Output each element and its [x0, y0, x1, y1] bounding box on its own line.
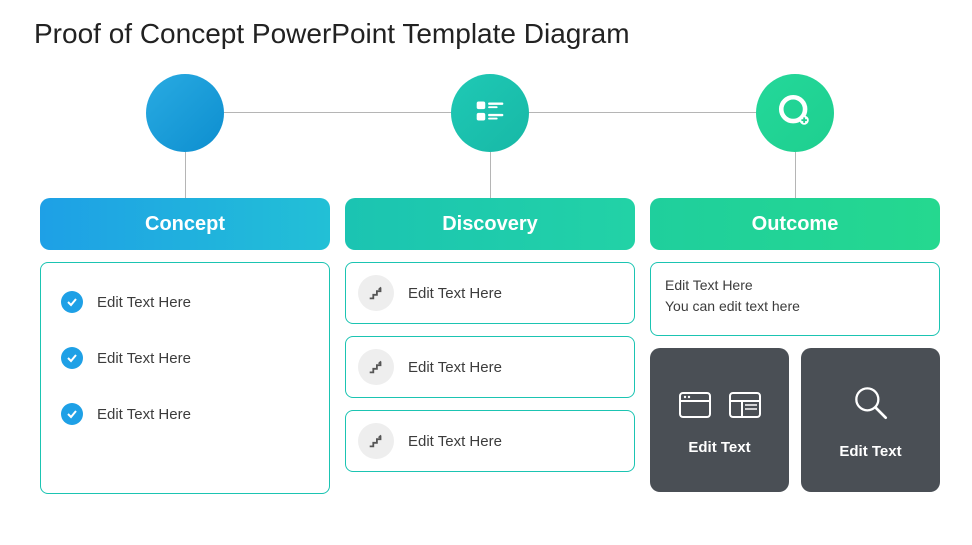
- list-item: Edit Text Here: [345, 336, 635, 398]
- outcome-text-line-2: You can edit text here: [665, 296, 925, 317]
- list-item: Edit Text Here: [345, 262, 635, 324]
- discovery-header: Discovery: [345, 198, 635, 250]
- list-item: Edit Text Here: [53, 281, 317, 337]
- outcome-tile-1: Edit Text: [650, 348, 789, 492]
- list-item-label: Edit Text Here: [97, 350, 191, 367]
- outcome-circle: [756, 74, 834, 152]
- list-item-label: Edit Text Here: [408, 433, 502, 450]
- tile-label: Edit Text: [688, 439, 750, 456]
- concept-circle: [146, 74, 224, 152]
- list-item-label: Edit Text Here: [97, 406, 191, 423]
- stairs-icon: [358, 423, 394, 459]
- column-discovery: Discovery Edit Text Here Edit Text Here …: [345, 74, 635, 484]
- column-outcome: Outcome Edit Text Here You can edit text…: [650, 74, 940, 492]
- outcome-tile-2: Edit Text: [801, 348, 940, 492]
- magnify-add-icon: [773, 89, 817, 138]
- list-item: Edit Text Here: [345, 410, 635, 472]
- concept-header: Concept: [40, 198, 330, 250]
- list-item-label: Edit Text Here: [97, 294, 191, 311]
- outcome-tiles: Edit Text Edit Text: [650, 348, 940, 492]
- tile-label: Edit Text: [839, 443, 901, 460]
- discovery-content: Edit Text Here Edit Text Here Edit Text …: [345, 262, 635, 472]
- discovery-circle: [451, 74, 529, 152]
- list-icon: [471, 92, 509, 135]
- list-item: Edit Text Here: [53, 337, 317, 393]
- diagram-stage: Concept Edit Text Here Edit Text Here Ed…: [0, 50, 972, 530]
- stairs-icon: [358, 349, 394, 385]
- list-item-label: Edit Text Here: [408, 285, 502, 302]
- stairs-icon: [358, 275, 394, 311]
- outcome-text-line-1: Edit Text Here: [665, 275, 925, 296]
- check-icon: [61, 291, 83, 313]
- concept-content-box: Edit Text Here Edit Text Here Edit Text …: [40, 262, 330, 494]
- connector-vertical: [185, 152, 186, 198]
- list-item: Edit Text Here: [53, 393, 317, 449]
- outcome-text-box: Edit Text Here You can edit text here: [650, 262, 940, 336]
- search-icon: [849, 381, 893, 429]
- check-icon: [61, 403, 83, 425]
- outcome-header: Outcome: [650, 198, 940, 250]
- check-icon: [61, 347, 83, 369]
- slide-title: Proof of Concept PowerPoint Template Dia…: [0, 0, 972, 50]
- connector-vertical: [490, 152, 491, 198]
- windows-icon: [675, 385, 765, 425]
- list-item-label: Edit Text Here: [408, 359, 502, 376]
- connector-vertical: [795, 152, 796, 198]
- column-concept: Concept Edit Text Here Edit Text Here Ed…: [40, 74, 330, 494]
